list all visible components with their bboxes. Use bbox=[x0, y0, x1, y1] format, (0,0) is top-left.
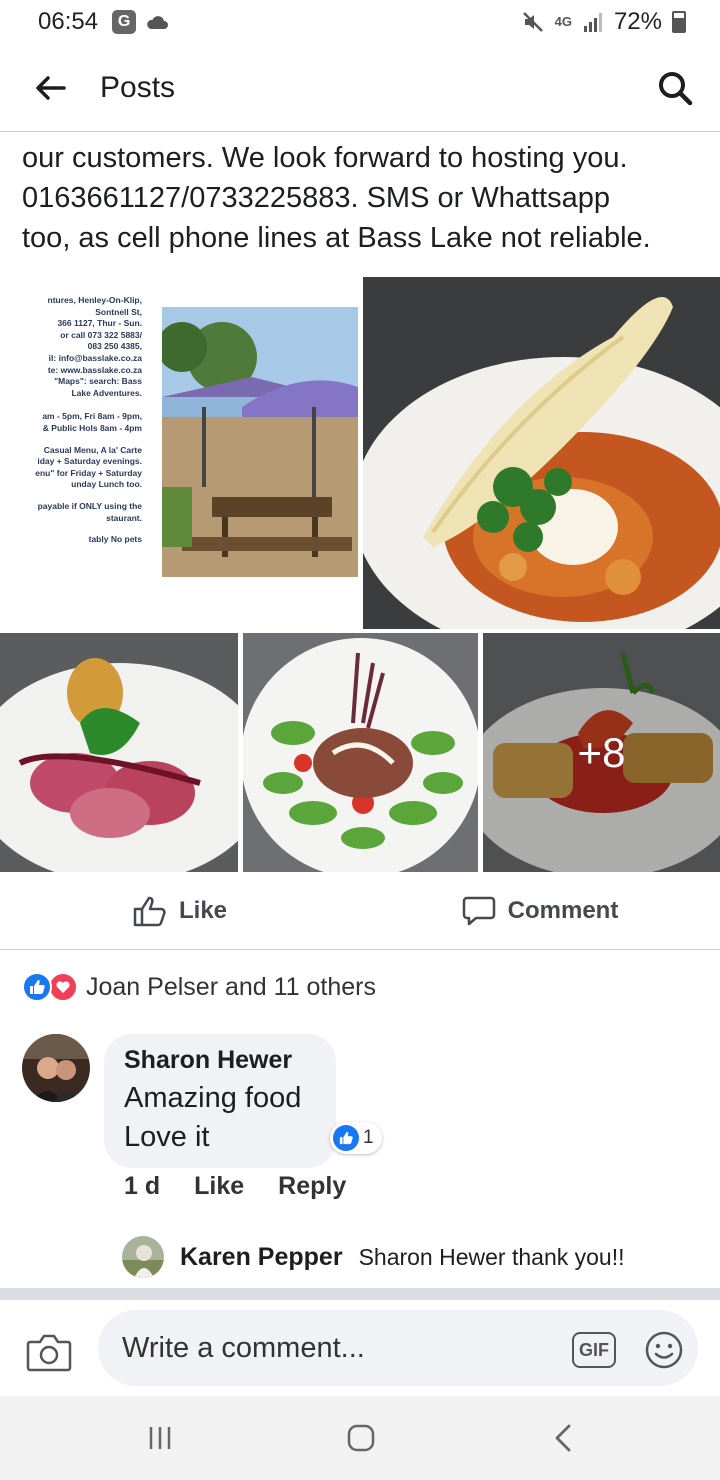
comment-reply-button[interactable]: Reply bbox=[278, 1172, 346, 1201]
post-text-line: our customers. We look forward to hostin… bbox=[22, 142, 628, 174]
post-text-line: 0163661127/0733225883. SMS or Whattsapp bbox=[22, 182, 610, 214]
home-button[interactable] bbox=[331, 1416, 391, 1460]
reactions-summary-text: Joan Pelser and 11 others bbox=[86, 972, 377, 1001]
google-notification-icon: G bbox=[112, 10, 137, 34]
recent-apps-button[interactable] bbox=[130, 1416, 190, 1460]
avatar[interactable] bbox=[22, 1034, 90, 1102]
reply-preview[interactable]: Karen Pepper Sharon Hewer thank you!! bbox=[122, 1236, 625, 1278]
restaurant-patio-photo bbox=[162, 307, 358, 577]
post-text-line: too, as cell phone lines at Bass Lake no… bbox=[22, 222, 651, 254]
camera-icon[interactable] bbox=[26, 1332, 72, 1372]
comment-input-placeholder: Write a comment... bbox=[122, 1331, 365, 1364]
comment-like-button[interactable]: Like bbox=[194, 1172, 244, 1201]
reply-avatar-image bbox=[122, 1236, 164, 1278]
comment-text: Amazing food Love it bbox=[124, 1082, 302, 1153]
post-action-bar: Like Comment bbox=[0, 872, 720, 950]
signal-icon bbox=[583, 13, 602, 32]
like-label: Like bbox=[178, 896, 228, 924]
avatar[interactable] bbox=[122, 1236, 164, 1278]
comment-timestamp: 1 d bbox=[124, 1172, 161, 1200]
page-title: Posts bbox=[100, 70, 176, 104]
system-navigation-bar bbox=[0, 1396, 720, 1480]
recent-apps-icon bbox=[149, 1427, 171, 1449]
back-button[interactable] bbox=[0, 44, 100, 132]
comment-author[interactable]: Sharon Hewer bbox=[124, 1046, 316, 1075]
reactions-summary[interactable]: Joan Pelser and 11 others bbox=[22, 972, 376, 1002]
system-back-button[interactable] bbox=[533, 1416, 593, 1460]
arrow-left-icon bbox=[36, 75, 66, 100]
photo-roulade[interactable] bbox=[0, 633, 238, 872]
comment-bubble-icon bbox=[462, 896, 495, 925]
comment-bubble[interactable]: Sharon Hewer Amazing food Love it bbox=[104, 1034, 336, 1168]
photo-salad[interactable] bbox=[243, 633, 478, 872]
comment-button[interactable]: Comment bbox=[360, 872, 720, 949]
emoji-icon[interactable] bbox=[644, 1330, 684, 1370]
battery-percent: 72% bbox=[613, 8, 662, 35]
flyer-text: ntures, Henley-On-Klip, Sontnell St, 366… bbox=[35, 295, 142, 545]
commenter-avatar-image bbox=[22, 1034, 90, 1102]
comment-meta: 1 d Like Reply bbox=[124, 1172, 346, 1201]
gif-button[interactable]: GIF bbox=[572, 1332, 616, 1368]
divider bbox=[0, 1288, 720, 1300]
post-text: our customers. We look forward to hostin… bbox=[22, 138, 712, 258]
thumbs-up-icon bbox=[133, 896, 166, 926]
reply-author[interactable]: Karen Pepper bbox=[180, 1243, 343, 1272]
photo-curry[interactable] bbox=[363, 277, 720, 629]
love-reaction-icon bbox=[48, 972, 78, 1002]
reply-text: Sharon Hewer thank you!! bbox=[358, 1243, 625, 1270]
comment-reaction-badge[interactable]: 1 bbox=[330, 1122, 382, 1154]
photo-flyer[interactable]: ntures, Henley-On-Klip, Sontnell St, 366… bbox=[0, 277, 358, 629]
top-app-bar: Posts bbox=[0, 44, 720, 132]
mute-icon bbox=[522, 12, 543, 32]
more-photos-overlay[interactable]: +8 bbox=[483, 633, 720, 872]
search-icon bbox=[659, 71, 693, 105]
comment-reaction-count: 1 bbox=[363, 1127, 374, 1148]
comment-composer: Write a comment... GIF bbox=[0, 1300, 720, 1396]
battery-icon bbox=[672, 11, 686, 33]
search-button[interactable] bbox=[630, 44, 720, 132]
like-reaction-icon bbox=[333, 1125, 359, 1151]
curry-dish-image bbox=[363, 277, 720, 629]
status-time: 06:54 bbox=[38, 8, 99, 35]
roulade-dish-image bbox=[0, 633, 238, 872]
cloud-icon bbox=[147, 16, 169, 29]
like-button[interactable]: Like bbox=[0, 872, 360, 949]
network-type: 4G bbox=[554, 14, 572, 29]
chevron-left-icon bbox=[555, 1424, 571, 1452]
status-bar: 06:54 G 4G 72% bbox=[0, 0, 720, 44]
status-indicators: 4G 72% bbox=[521, 8, 686, 36]
photo-spring-rolls[interactable]: +8 bbox=[483, 633, 720, 872]
home-icon bbox=[347, 1424, 375, 1452]
comment-label: Comment bbox=[507, 896, 619, 924]
like-reaction-icon bbox=[22, 972, 52, 1002]
salad-dish-image bbox=[243, 633, 478, 872]
